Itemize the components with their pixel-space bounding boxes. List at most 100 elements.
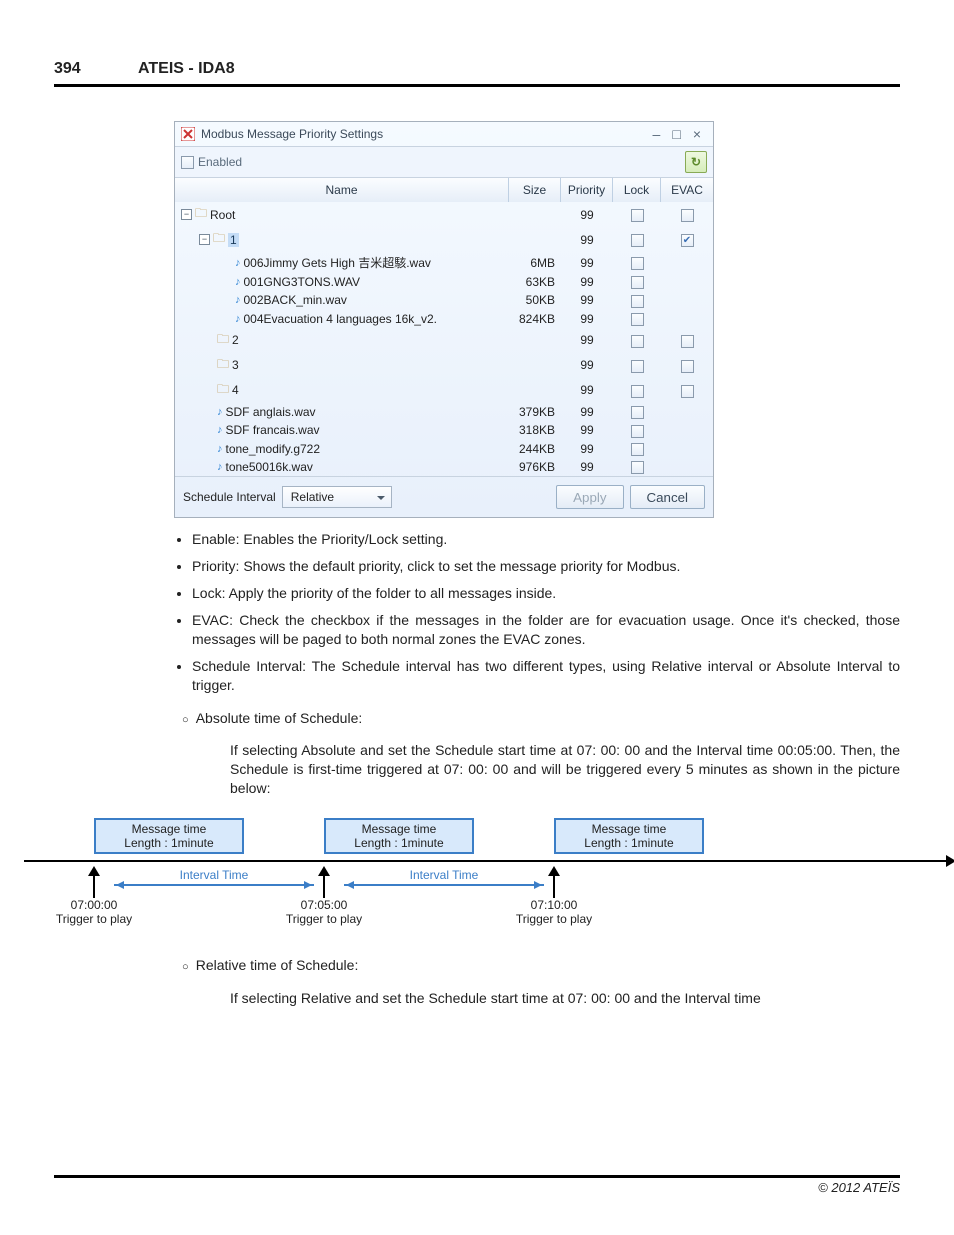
lock-checkbox[interactable] <box>631 313 644 326</box>
lock-checkbox[interactable] <box>631 295 644 308</box>
evac-checkbox[interactable] <box>681 385 694 398</box>
cell-priority[interactable]: 99 <box>561 291 613 309</box>
cell-lock[interactable] <box>613 421 661 439</box>
lock-checkbox[interactable] <box>631 360 644 373</box>
tree-view[interactable]: −🗀Root99−🗀199♪006Jimmy Gets High 吉米超駭.wa… <box>175 202 713 476</box>
tree-row[interactable]: ♪004Evacuation 4 languages 16k_v2.824KB9… <box>175 310 713 328</box>
lock-checkbox[interactable] <box>631 234 644 247</box>
tree-row[interactable]: ♪SDF anglais.wav379KB99 <box>175 403 713 421</box>
cell-priority[interactable]: 99 <box>561 421 613 439</box>
col-lock[interactable]: Lock <box>613 178 661 202</box>
maximize-button[interactable]: □ <box>666 126 686 142</box>
cell-evac[interactable] <box>661 317 713 321</box>
refresh-button[interactable]: ↻ <box>685 151 707 173</box>
col-evac[interactable]: EVAC <box>661 178 713 202</box>
cell-evac[interactable] <box>661 331 713 349</box>
lock-checkbox[interactable] <box>631 209 644 222</box>
cell-priority[interactable]: 99 <box>561 356 613 374</box>
cell-lock[interactable] <box>613 440 661 458</box>
expand-toggle[interactable]: − <box>199 234 210 245</box>
cell-lock[interactable] <box>613 253 661 271</box>
cell-priority[interactable]: 99 <box>561 254 613 272</box>
tree-row[interactable]: ♪002BACK_min.wav50KB99 <box>175 291 713 309</box>
tree-row[interactable]: −🗀199 <box>175 227 713 252</box>
cell-lock[interactable] <box>613 458 661 476</box>
lock-checkbox[interactable] <box>631 425 644 438</box>
cell-priority[interactable]: 99 <box>561 310 613 328</box>
audio-file-icon: ♪ <box>235 294 241 306</box>
audio-file-icon: ♪ <box>235 257 241 269</box>
tree-row[interactable]: 🗀499 <box>175 378 713 403</box>
cell-priority[interactable]: 99 <box>561 458 613 476</box>
cell-lock[interactable] <box>613 310 661 328</box>
cell-lock[interactable] <box>613 230 661 248</box>
lock-checkbox[interactable] <box>631 276 644 289</box>
tree-item-label: 4 <box>232 383 239 397</box>
minimize-button[interactable]: – <box>647 126 667 142</box>
cell-lock[interactable] <box>613 291 661 309</box>
cell-priority[interactable]: 99 <box>561 403 613 421</box>
col-priority[interactable]: Priority <box>561 178 613 202</box>
cell-lock[interactable] <box>613 381 661 399</box>
cell-lock[interactable] <box>613 205 661 223</box>
cell-lock[interactable] <box>613 356 661 374</box>
audio-file-icon: ♪ <box>235 313 241 325</box>
tree-row[interactable]: ♪tone50016k.wav976KB99 <box>175 458 713 476</box>
expand-toggle[interactable]: − <box>181 209 192 220</box>
tree-row[interactable]: ♪tone_modify.g722244KB99 <box>175 440 713 458</box>
lock-checkbox[interactable] <box>631 461 644 474</box>
col-size[interactable]: Size <box>509 178 561 202</box>
sub-absolute-head: Absolute time of Schedule: <box>200 709 900 728</box>
cell-lock[interactable] <box>613 403 661 421</box>
tree-row[interactable]: 🗀399 <box>175 353 713 378</box>
cell-priority[interactable]: 99 <box>561 273 613 291</box>
evac-checkbox[interactable] <box>681 360 694 373</box>
lock-checkbox[interactable] <box>631 443 644 456</box>
lock-checkbox[interactable] <box>631 406 644 419</box>
cell-evac[interactable] <box>661 447 713 451</box>
cell-lock[interactable] <box>613 273 661 291</box>
tree-row[interactable]: ♪SDF francais.wav318KB99 <box>175 421 713 439</box>
tree-item-label: 004Evacuation 4 languages 16k_v2. <box>244 312 437 326</box>
cell-evac[interactable] <box>661 298 713 302</box>
cell-evac[interactable] <box>661 410 713 414</box>
apply-button[interactable]: Apply <box>556 485 623 509</box>
cell-evac[interactable] <box>661 230 713 248</box>
tree-row[interactable]: ♪006Jimmy Gets High 吉米超駭.wav6MB99 <box>175 252 713 273</box>
cell-evac[interactable] <box>661 280 713 284</box>
lock-checkbox[interactable] <box>631 257 644 270</box>
tree-item-label: tone50016k.wav <box>226 460 313 474</box>
lock-checkbox[interactable] <box>631 335 644 348</box>
tree-row[interactable]: 🗀299 <box>175 328 713 353</box>
enabled-checkbox[interactable] <box>181 156 194 169</box>
cell-priority[interactable]: 99 <box>561 440 613 458</box>
cell-evac[interactable] <box>661 205 713 223</box>
tree-row[interactable]: −🗀Root99 <box>175 202 713 227</box>
tree-row[interactable]: ♪001GNG3TONS.WAV63KB99 <box>175 273 713 291</box>
cell-size <box>509 388 561 392</box>
cell-lock[interactable] <box>613 331 661 349</box>
cell-priority[interactable]: 99 <box>561 231 613 249</box>
evac-checkbox[interactable] <box>681 335 694 348</box>
tree-item-label: tone_modify.g722 <box>226 442 321 456</box>
close-button[interactable]: × <box>687 126 707 142</box>
relative-paragraph: If selecting Relative and set the Schedu… <box>230 989 900 1008</box>
cell-size: 6MB <box>509 254 561 272</box>
cell-evac[interactable] <box>661 428 713 432</box>
cell-priority[interactable]: 99 <box>561 331 613 349</box>
lock-checkbox[interactable] <box>631 385 644 398</box>
cell-priority[interactable]: 99 <box>561 206 613 224</box>
cell-evac[interactable] <box>661 465 713 469</box>
cancel-button[interactable]: Cancel <box>630 485 706 509</box>
cell-evac[interactable] <box>661 356 713 374</box>
folder-icon: 🗀 <box>217 355 229 376</box>
col-name[interactable]: Name <box>175 178 509 202</box>
cell-evac[interactable] <box>661 261 713 265</box>
evac-checkbox[interactable] <box>681 209 694 222</box>
evac-checkbox[interactable] <box>681 234 694 247</box>
message-box-1: Message timeLength : 1minute <box>94 818 244 854</box>
schedule-interval-dropdown[interactable]: Relative <box>282 486 392 508</box>
cell-evac[interactable] <box>661 381 713 399</box>
tree-item-label: 2 <box>232 333 239 347</box>
cell-priority[interactable]: 99 <box>561 381 613 399</box>
